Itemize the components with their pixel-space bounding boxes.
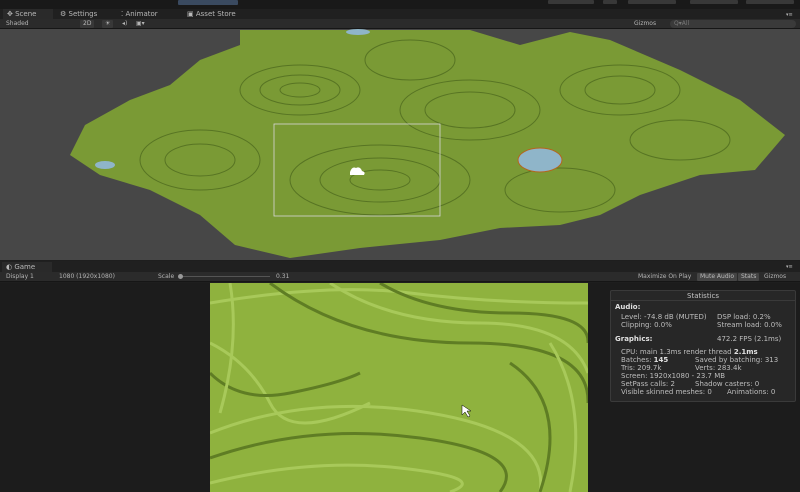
batches: Batches: 145	[621, 356, 668, 364]
tab-label: Scene	[15, 10, 37, 18]
tab-asset-store[interactable]: ▣ Asset Store	[183, 9, 240, 19]
audio-level: Level: -74.8 dB (MUTED)	[621, 313, 707, 321]
shading-dropdown[interactable]: Shaded	[6, 20, 29, 27]
account-dropdown[interactable]	[628, 0, 676, 4]
scene-toolbar: Shaded 2D ☀ ◂) ▣▾ Gizmos Q▾All	[0, 19, 800, 29]
scene-tab-bar: ✥ Scene ⚙ Settings ⁚ Animator ▣ Asset St…	[0, 9, 800, 19]
verts: Verts: 283.4k	[695, 364, 742, 372]
layers-dropdown[interactable]	[690, 0, 738, 4]
gizmos-dropdown[interactable]: Gizmos	[634, 20, 656, 27]
mute-audio-toggle[interactable]: Mute Audio	[697, 273, 737, 281]
gizmos-dropdown[interactable]: Gizmos	[764, 273, 786, 280]
2d-toggle[interactable]: 2D	[80, 20, 95, 28]
tab-label: Asset Store	[195, 10, 236, 18]
fps: 472.2 FPS (2.1ms)	[717, 335, 782, 343]
menu-icon[interactable]: ▾≡	[786, 264, 793, 270]
top-toolbar	[0, 0, 800, 9]
statistics-title: Statistics	[611, 291, 795, 301]
game-toolbar: Display 1 1080 (1920x1080) Scale 0.31 Ma…	[0, 272, 800, 282]
tab-settings[interactable]: ⚙ Settings	[56, 9, 101, 19]
menu-icon[interactable]: ▾≡	[786, 12, 793, 18]
dsp-load: DSP load: 0.2%	[717, 313, 771, 321]
scale-label: Scale	[158, 273, 175, 280]
tab-animator[interactable]: ⁚ Animator	[117, 9, 162, 19]
store-icon: ▣	[187, 10, 194, 18]
audio-header: Audio:	[615, 303, 641, 311]
setpass-calls: SetPass calls: 2	[621, 380, 675, 388]
animations: Animations: 0	[727, 388, 776, 396]
cpu-stats: CPU: main 1.3ms render thread 2.1ms	[621, 348, 758, 356]
batches-label: Batches:	[621, 356, 654, 364]
stats-toggle[interactable]: Stats	[738, 273, 760, 281]
scene-icon: ✥	[7, 10, 13, 18]
resolution-dropdown[interactable]: 1080 (1920x1080)	[59, 273, 115, 280]
display-dropdown[interactable]: Display 1	[6, 273, 34, 280]
terrain	[70, 29, 785, 258]
gear-icon: ⚙	[60, 10, 67, 18]
game-view[interactable]: Statistics Audio: Level: -74.8 dB (MUTED…	[0, 283, 800, 492]
cloud-button[interactable]	[603, 0, 617, 4]
screen: Screen: 1920x1080 - 23.7 MB	[621, 372, 726, 380]
cpu-render-thread: 2.1ms	[733, 348, 758, 356]
audio-toggle[interactable]: ◂)	[122, 20, 127, 27]
game-render	[210, 283, 588, 492]
clipping: Clipping: 0.0%	[621, 321, 672, 329]
skinned-meshes: Visible skinned meshes: 0	[621, 388, 712, 396]
scale-slider[interactable]	[178, 274, 270, 279]
game-tab-bar: ◐ Game ▾≡	[0, 261, 800, 272]
scale-slider-thumb[interactable]	[178, 274, 183, 279]
game-icon: ◐	[6, 263, 13, 271]
tris: Tris: 209.7k	[621, 364, 662, 372]
tab-scene[interactable]: ✥ Scene	[3, 9, 53, 19]
shadow-casters: Shadow casters: 0	[695, 380, 760, 388]
lighting-toggle[interactable]: ☀	[102, 20, 114, 28]
stream-load: Stream load: 0.0%	[717, 321, 782, 329]
tab-label: Game	[14, 263, 36, 271]
layout-dropdown[interactable]	[746, 0, 794, 4]
tab-game[interactable]: ◐ Game	[2, 262, 52, 272]
saved-by-batching: Saved by batching: 313	[695, 356, 779, 364]
scene-view[interactable]	[0, 29, 800, 260]
scale-value: 0.31	[276, 273, 290, 280]
maximize-on-play-toggle[interactable]: Maximize On Play	[638, 273, 691, 280]
batches-value: 145	[653, 356, 669, 364]
tab-label: Settings	[68, 10, 98, 18]
animator-icon: ⁚	[121, 10, 124, 18]
hierarchy-search-input[interactable]: Q▾All	[670, 20, 796, 28]
graphics-header: Graphics:	[615, 335, 653, 343]
cpu-main: CPU: main 1.3ms render thread	[621, 348, 734, 356]
collab-button[interactable]	[548, 0, 594, 4]
effects-dropdown[interactable]: ▣▾	[136, 20, 145, 27]
statistics-panel: Statistics Audio: Level: -74.8 dB (MUTED…	[610, 290, 796, 402]
tab-label: Animator	[125, 10, 158, 18]
play-controls[interactable]	[178, 0, 238, 5]
